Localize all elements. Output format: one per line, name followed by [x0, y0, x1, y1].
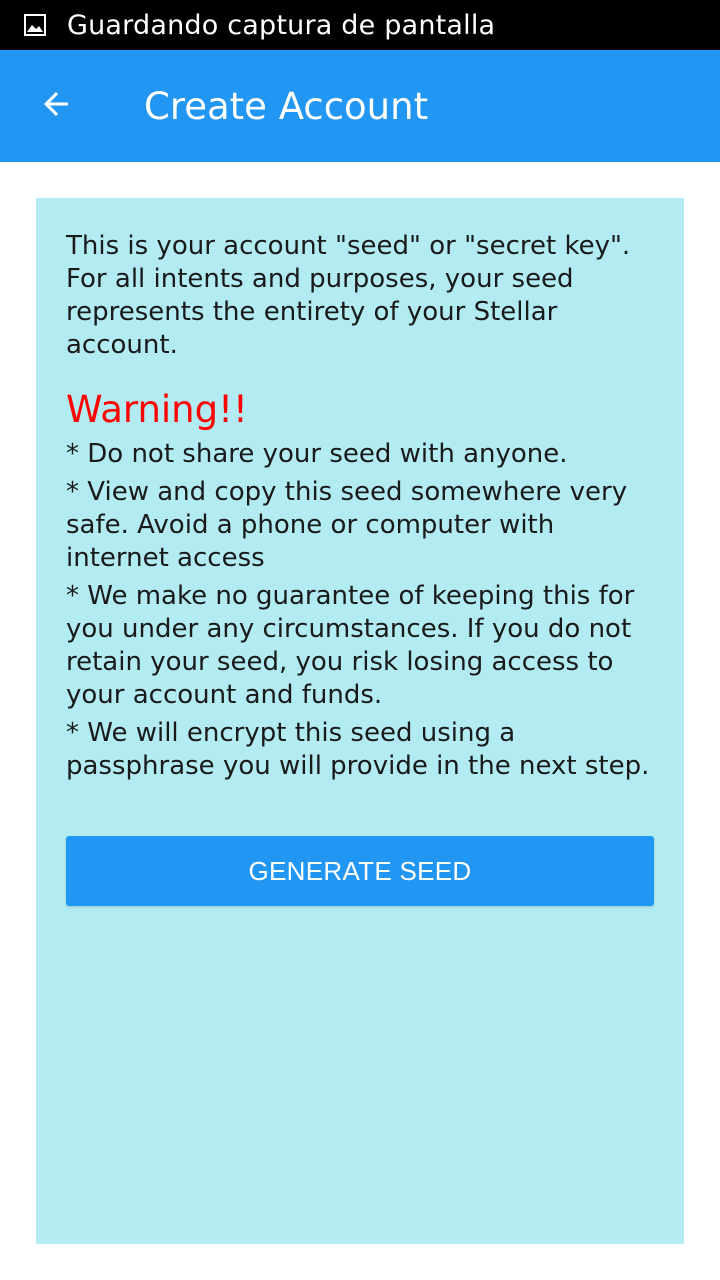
image-icon	[23, 13, 47, 37]
status-notification-text: Guardando captura de pantalla	[67, 9, 496, 41]
warning-item: * Do not share your seed with anyone.	[66, 439, 568, 469]
generate-seed-button[interactable]: GENERATE SEED	[66, 836, 654, 906]
warning-item: * We will encrypt this seed using a pass…	[66, 718, 650, 781]
intro-text: This is your account "seed" or "secret k…	[66, 231, 631, 360]
warning-item: * We make no guarantee of keeping this f…	[66, 581, 635, 710]
status-bar: Guardando captura de pantalla	[0, 0, 720, 50]
warning-item: * View and copy this seed somewhere very…	[66, 477, 628, 573]
arrow-left-icon	[38, 86, 74, 126]
page-title: Create Account	[144, 84, 429, 128]
seed-info-card: This is your account "seed" or "secret k…	[36, 198, 684, 1244]
warning-title: Warning!!	[66, 388, 248, 431]
warning-list: * Do not share your seed with anyone. * …	[66, 438, 661, 788]
app-bar: Create Account	[0, 50, 720, 162]
back-button[interactable]	[0, 50, 112, 162]
